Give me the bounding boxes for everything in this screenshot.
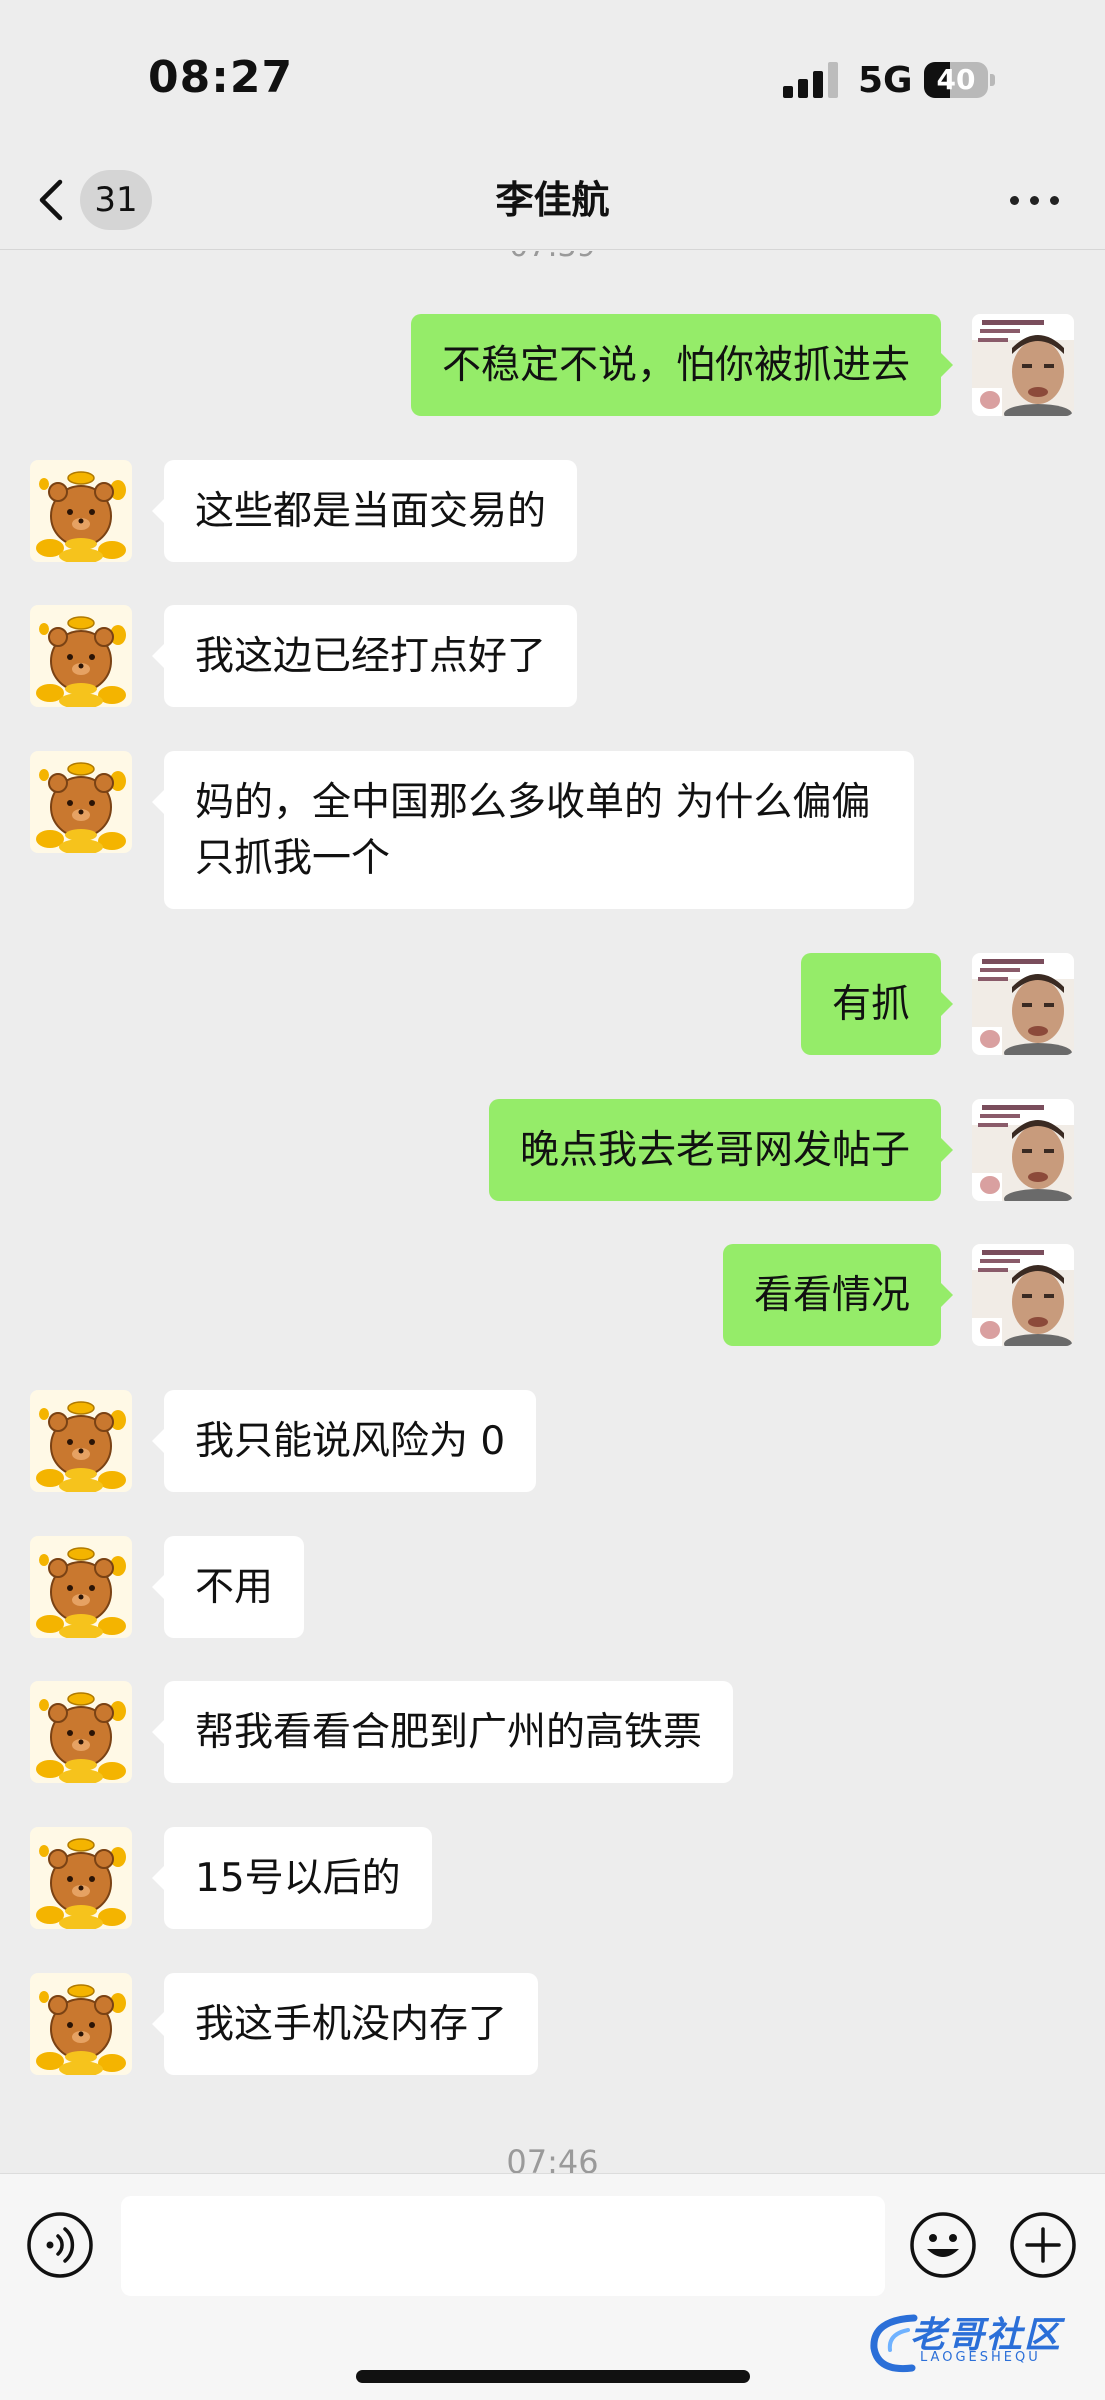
- message-bubble-incoming[interactable]: 我只能说风险为 0: [151, 1390, 537, 1492]
- contact-avatar[interactable]: [30, 1827, 132, 1929]
- watermark-logo: 老哥社区 LAOGESHEQU: [864, 2304, 1094, 2384]
- message-bubble-incoming[interactable]: 我这手机没内存了: [151, 1973, 539, 2075]
- contact-avatar[interactable]: [30, 1681, 132, 1783]
- message-bubble-outgoing[interactable]: 看看情况: [722, 1244, 954, 1346]
- user-avatar-image: [972, 1244, 1074, 1346]
- message-bubble-outgoing[interactable]: 有抓: [800, 953, 954, 1055]
- back-button[interactable]: [30, 172, 74, 228]
- message-text: 我这边已经打点好了: [195, 634, 547, 679]
- message-text: 有抓: [831, 982, 910, 1027]
- message-bubble-outgoing[interactable]: 不稳定不说，怕你被抓进去: [410, 314, 954, 416]
- timestamp: 07:39: [0, 251, 1105, 264]
- contact-avatar[interactable]: [30, 1536, 132, 1638]
- my-avatar[interactable]: [972, 1244, 1074, 1346]
- message-text: 我这手机没内存了: [195, 2002, 508, 2047]
- message-bubble-incoming[interactable]: 帮我看看合肥到广州的高铁票: [151, 1681, 734, 1783]
- unread-badge[interactable]: 31: [80, 170, 152, 230]
- user-avatar-image: [972, 314, 1074, 416]
- bear-avatar-image: [30, 605, 132, 707]
- contact-avatar[interactable]: [30, 605, 132, 707]
- message-text: 不用: [195, 1565, 274, 1610]
- bear-avatar-image: [30, 1827, 132, 1929]
- emoji-button[interactable]: [909, 2211, 977, 2279]
- bear-avatar-image: [30, 1390, 132, 1492]
- message-text: 15号以后的: [195, 1856, 401, 1901]
- emoji-icon: [910, 2212, 976, 2278]
- message-text: 晚点我去老哥网发帖子: [519, 1128, 910, 1173]
- message-list[interactable]: 07:39 不稳定不说，怕你被抓进去 这些都是当面交易的 我这边已经打点好了: [0, 251, 1105, 2173]
- status-time: 08:27: [148, 52, 294, 103]
- chat-title: 李佳航: [495, 178, 610, 222]
- battery-icon: 40: [924, 62, 995, 98]
- user-avatar-image: [972, 1099, 1074, 1201]
- home-indicator[interactable]: [356, 2370, 750, 2383]
- contact-avatar[interactable]: [30, 460, 132, 562]
- network-type: 5G: [858, 60, 913, 101]
- signal-icon: [783, 62, 839, 98]
- message-text: 帮我看看合肥到广州的高铁票: [195, 1710, 703, 1755]
- message-bubble-outgoing[interactable]: 晚点我去老哥网发帖子: [488, 1099, 954, 1201]
- status-bar: 08:27 5G 40: [0, 0, 1105, 150]
- bear-avatar-image: [30, 751, 132, 853]
- bear-avatar-image: [30, 1536, 132, 1638]
- chat-header: 31 李佳航: [0, 150, 1105, 250]
- my-avatar[interactable]: [972, 1099, 1074, 1201]
- my-avatar[interactable]: [972, 953, 1074, 1055]
- bear-avatar-image: [30, 460, 132, 562]
- voice-icon: [27, 2212, 93, 2278]
- battery-percent: 40: [936, 63, 976, 96]
- plus-icon: [1010, 2212, 1076, 2278]
- message-bubble-incoming[interactable]: 我这边已经打点好了: [151, 605, 578, 707]
- message-bubble-incoming[interactable]: 不用: [151, 1536, 305, 1638]
- contact-avatar[interactable]: [30, 1390, 132, 1492]
- message-text: 看看情况: [753, 1273, 910, 1318]
- input-bar: 老哥社区 LAOGESHEQU: [0, 2173, 1105, 2400]
- message-text: 妈的，全中国那么多收单的 为什么偏偏只抓我一个: [195, 780, 871, 881]
- user-avatar-image: [972, 953, 1074, 1055]
- back-chevron-icon: [39, 179, 63, 221]
- message-text: 不稳定不说，怕你被抓进去: [441, 343, 910, 388]
- timestamp: 07:46: [506, 2143, 599, 2173]
- voice-button[interactable]: [26, 2211, 94, 2279]
- message-input[interactable]: [121, 2196, 885, 2296]
- watermark-subtext: LAOGESHEQU: [920, 2350, 1041, 2365]
- message-text: 这些都是当面交易的: [195, 489, 547, 534]
- my-avatar[interactable]: [972, 314, 1074, 416]
- message-text: 我只能说风险为 0: [195, 1419, 506, 1464]
- message-bubble-incoming[interactable]: 15号以后的: [152, 1827, 432, 1929]
- message-bubble-incoming[interactable]: 妈的，全中国那么多收单的 为什么偏偏只抓我一个: [152, 751, 914, 909]
- bear-avatar-image: [30, 1681, 132, 1783]
- contact-avatar[interactable]: [30, 1973, 132, 2075]
- message-bubble-incoming[interactable]: 这些都是当面交易的: [151, 460, 578, 562]
- contact-avatar[interactable]: [30, 751, 132, 853]
- more-functions-button[interactable]: [1009, 2211, 1077, 2279]
- bear-avatar-image: [30, 1973, 132, 2075]
- more-button[interactable]: [1008, 180, 1062, 220]
